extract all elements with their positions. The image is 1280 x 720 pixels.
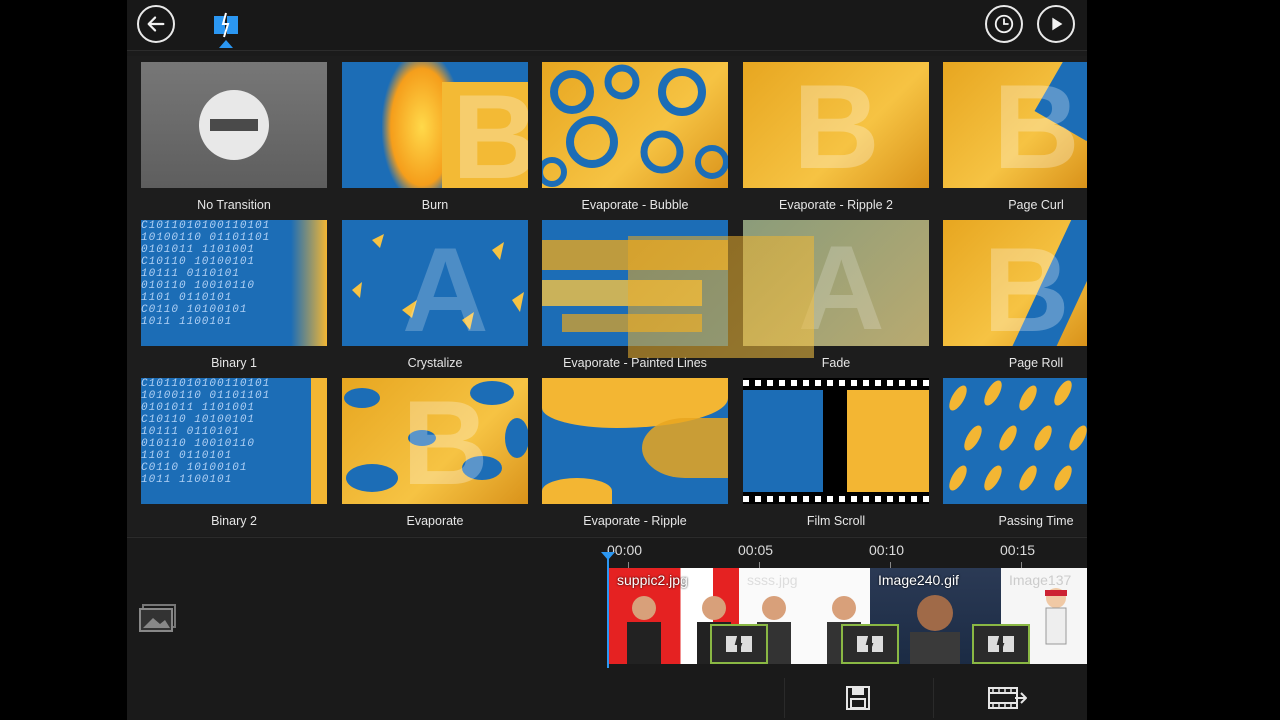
bubble-pattern bbox=[542, 64, 728, 187]
transition-tile[interactable]: B Burn bbox=[342, 56, 542, 213]
export-video-icon bbox=[988, 687, 1027, 709]
top-toolbar bbox=[127, 0, 1087, 51]
transition-label: Binary 1 bbox=[211, 356, 257, 370]
transition-tile[interactable]: B Evaporate bbox=[342, 372, 542, 529]
transition-label: Evaporate - Painted Lines bbox=[563, 356, 707, 370]
transition-slot-button[interactable] bbox=[710, 624, 768, 664]
transition-thumbnail: B bbox=[342, 378, 528, 504]
video-editor-app: No Transition B Burn Evaporate - Bubble … bbox=[127, 0, 1087, 720]
transition-tile[interactable]: Film Scroll bbox=[743, 372, 943, 529]
save-icon bbox=[846, 686, 870, 710]
transition-effect-icon bbox=[214, 12, 238, 38]
transition-label: Burn bbox=[421, 198, 449, 212]
transition-label: Passing Time bbox=[998, 514, 1074, 528]
transition-slot-button[interactable] bbox=[972, 624, 1030, 664]
transition-thumbnail: B bbox=[943, 220, 1087, 346]
transition-label: Crystalize bbox=[407, 356, 463, 370]
play-button[interactable] bbox=[1037, 5, 1075, 43]
transition-tile[interactable]: Evaporate - Bubble bbox=[542, 56, 742, 213]
produce-button[interactable] bbox=[933, 678, 1080, 718]
transition-label: Film Scroll bbox=[806, 514, 866, 528]
clip-name: ssss.jpg bbox=[747, 572, 798, 588]
back-button[interactable] bbox=[137, 5, 175, 43]
transition-slot-button[interactable] bbox=[841, 624, 899, 664]
save-button[interactable] bbox=[784, 678, 931, 718]
transition-thumbnail: B bbox=[743, 62, 929, 188]
ruler-mark: 00:15 bbox=[1000, 542, 1036, 558]
transition-tile[interactable]: B Evaporate - Ripple 2 bbox=[743, 56, 943, 213]
transition-grid: No Transition B Burn Evaporate - Bubble … bbox=[127, 56, 1087, 536]
transition-label: Evaporate - Bubble bbox=[581, 198, 689, 212]
transition-thumbnail: A bbox=[342, 220, 528, 346]
transition-label: Evaporate bbox=[406, 514, 464, 528]
timeline-panel: 00:00 00:05 00:10 00:15 suppic2.jpg ssss… bbox=[127, 537, 1087, 720]
playhead[interactable] bbox=[607, 558, 609, 668]
transition-tile[interactable]: B Page Roll bbox=[943, 214, 1087, 371]
transition-tile[interactable]: Evaporate - Ripple bbox=[542, 372, 742, 529]
transition-label: Page Roll bbox=[1008, 356, 1064, 370]
passing-time-pattern bbox=[949, 380, 1087, 491]
media-library-icon[interactable] bbox=[139, 603, 179, 633]
transition-tile[interactable]: No Transition bbox=[141, 56, 341, 213]
transition-thumbnail bbox=[943, 378, 1087, 504]
ruler-mark: 00:05 bbox=[738, 542, 774, 558]
dragging-thumbnail bbox=[628, 236, 814, 358]
transition-tile[interactable]: A Crystalize bbox=[342, 214, 542, 371]
transition-thumbnail bbox=[743, 378, 929, 504]
transition-thumbnail: B bbox=[342, 62, 528, 188]
transition-thumbnail: B bbox=[943, 62, 1087, 188]
history-button[interactable] bbox=[985, 5, 1023, 43]
transition-label: Binary 2 bbox=[211, 514, 257, 528]
transition-tile[interactable]: C1011010100110101 10100110 01101101 0101… bbox=[141, 214, 341, 371]
transition-thumbnail bbox=[542, 62, 728, 188]
video-track: suppic2.jpg ssss.jpg Image240.gif Image1… bbox=[609, 568, 1087, 664]
transition-film-icon bbox=[988, 632, 1014, 656]
transition-thumbnail: C1011010100110101 10100110 01101101 0101… bbox=[141, 378, 327, 504]
clip-name: Image240.gif bbox=[878, 572, 959, 588]
transition-label: Fade bbox=[821, 356, 851, 370]
transition-thumbnail: C1011010100110101 10100110 01101101 0101… bbox=[141, 220, 327, 346]
transition-tab[interactable] bbox=[211, 10, 241, 48]
transition-label: Page Curl bbox=[1008, 198, 1064, 212]
transition-label: Evaporate - Ripple 2 bbox=[779, 198, 893, 212]
no-entry-icon bbox=[199, 90, 269, 160]
clock-icon bbox=[994, 14, 1014, 34]
active-tab-marker bbox=[219, 40, 233, 48]
binary-pattern: C1011010100110101 10100110 01101101 0101… bbox=[141, 378, 271, 486]
transition-film-icon bbox=[726, 632, 752, 656]
transition-tile[interactable]: B Page Curl bbox=[943, 56, 1087, 213]
transition-label: No Transition bbox=[197, 198, 271, 212]
transition-film-icon bbox=[857, 632, 883, 656]
ruler-mark: 00:10 bbox=[869, 542, 905, 558]
clip-name: suppic2.jpg bbox=[617, 572, 688, 588]
arrow-left-icon bbox=[147, 16, 165, 32]
transition-tile[interactable]: C1011010100110101 10100110 01101101 0101… bbox=[141, 372, 341, 529]
transition-thumbnail bbox=[141, 62, 327, 188]
transition-label: Evaporate - Ripple bbox=[583, 514, 687, 528]
transition-tile[interactable]: Passing Time bbox=[943, 372, 1087, 529]
transition-thumbnail bbox=[542, 378, 728, 504]
play-icon bbox=[1052, 17, 1063, 31]
clip-name: Image137 bbox=[1009, 572, 1072, 588]
